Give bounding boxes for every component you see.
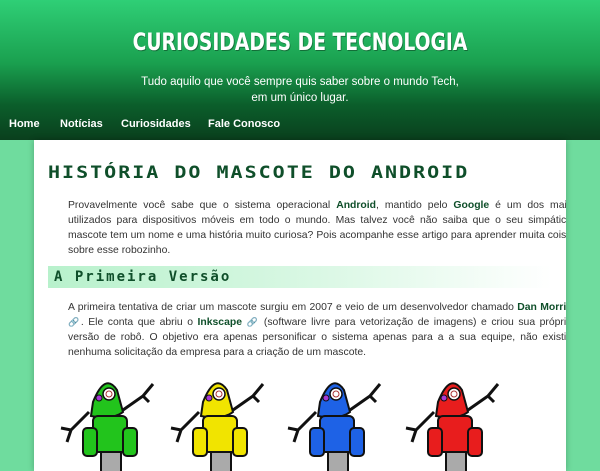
section-heading: A Primeira Versão [54, 269, 232, 285]
robot-mascot [60, 382, 155, 471]
section-text-2: . Ele conta que abriu o [80, 317, 198, 328]
article-container: História do Mascote do Android Provavelm… [34, 140, 566, 471]
google-strong: Google [453, 200, 490, 211]
site-header: CURIOSIDADES DE TECNOLOGIA Tudo aquilo q… [0, 0, 600, 140]
site-subtitle-line1: Tudo aquilo que você sempre quis saber s… [141, 76, 459, 88]
site-title: CURIOSIDADES DE TECNOLOGIA [132, 28, 468, 56]
robot-mascot [287, 382, 382, 471]
robot-mascot [170, 382, 265, 471]
section-text-1: A primeira tentativa de criar um mascote… [68, 302, 518, 313]
nav-item-fale-conosco[interactable]: Fale Conosco [208, 118, 280, 130]
nav-item-noticias[interactable]: Notícias [60, 118, 103, 130]
nav-item-curiosidades[interactable]: Curiosidades [121, 118, 191, 130]
section-heading-bar: A Primeira Versão [48, 266, 552, 288]
inkscape-link[interactable]: Inkscape [198, 317, 242, 328]
external-link-icon[interactable]: 🔗 [68, 317, 81, 327]
robot-mascot [405, 382, 500, 471]
main-nav: Home Notícias Curiosidades Fale Conosco [0, 118, 600, 136]
intro-paragraph: Provavelmente você sabe que o sistema op… [48, 198, 566, 258]
article-title: História do Mascote do Android [48, 162, 470, 183]
external-link-icon[interactable]: 🔗 [247, 317, 260, 327]
robot-mascots-image [60, 382, 500, 471]
nav-item-home[interactable]: Home [9, 118, 40, 130]
intro-text-2: , mantido pelo [376, 200, 454, 211]
section-paragraph: A primeira tentativa de criar um mascote… [48, 300, 566, 360]
site-subtitle: Tudo aquilo que você sempre quis saber s… [0, 74, 600, 106]
site-subtitle-line2: em um único lugar. [251, 92, 349, 104]
dan-morrill-link[interactable]: Dan Morrill [517, 302, 566, 313]
intro-text-1: Provavelmente você sabe que o sistema op… [68, 200, 337, 211]
android-strong: Android [336, 200, 377, 211]
